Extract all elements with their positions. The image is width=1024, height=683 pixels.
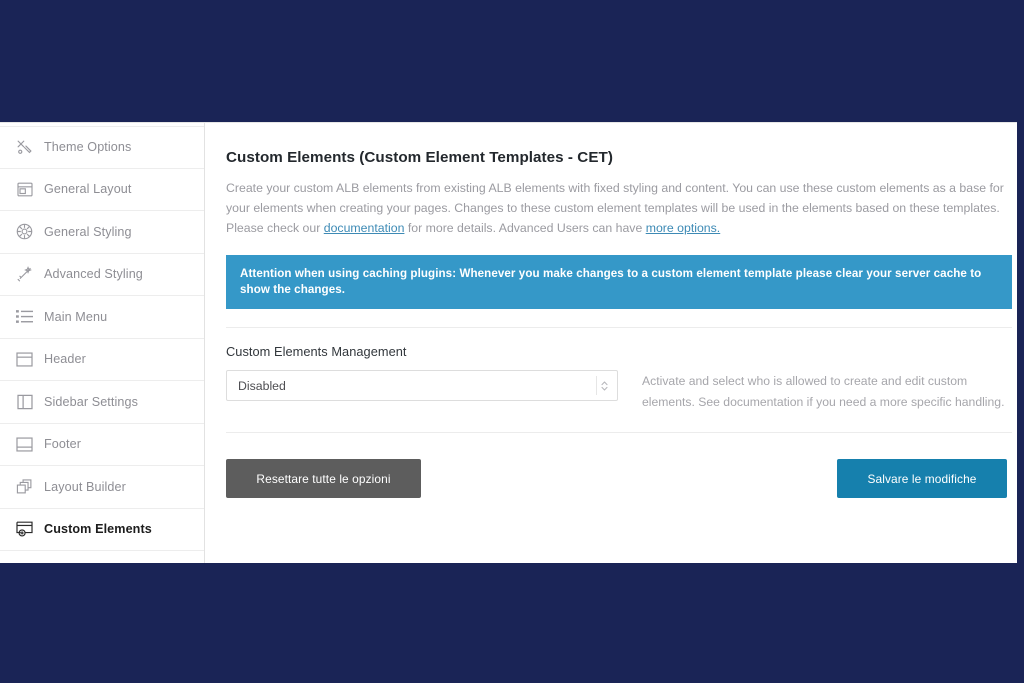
stacked-layers-icon: [16, 478, 33, 495]
custom-element-icon: [16, 521, 33, 538]
tools-icon: [16, 139, 33, 156]
caching-warning-banner: Attention when using caching plugins: Wh…: [226, 255, 1012, 309]
page-frame: Theme Options General Layout General Sty…: [0, 0, 1024, 683]
sidebar-item-label: Main Menu: [44, 309, 108, 324]
select-divider: [596, 376, 597, 395]
sidebar-item-label: General Layout: [44, 182, 132, 197]
page-title: Custom Elements (Custom Element Template…: [226, 149, 613, 166]
sidebar-item-general-styling[interactable]: General Styling: [0, 211, 204, 254]
sidebar-item-label: Sidebar Settings: [44, 394, 139, 409]
sidebar-item-sidebar-settings[interactable]: Sidebar Settings: [0, 381, 204, 424]
settings-main-panel: Custom Elements (Custom Element Template…: [205, 123, 1017, 563]
app-window: Theme Options General Layout General Sty…: [0, 122, 1017, 563]
more-options-link[interactable]: more options.: [646, 221, 721, 235]
chevron-updown-icon: [601, 380, 608, 392]
select-value: Disabled: [238, 378, 286, 393]
form-actions: Resettare tutte le opzioni Salvare le mo…: [226, 458, 1007, 498]
sidebar-item-footer[interactable]: Footer: [0, 423, 204, 466]
footer-box-icon: [16, 436, 33, 453]
header-box-icon: [16, 351, 33, 368]
sidebar-item-label: Theme Options: [44, 140, 132, 155]
sidebar-item-custom-elements[interactable]: Custom Elements: [0, 508, 204, 551]
field-help-text: Activate and select who is allowed to cr…: [642, 374, 1005, 409]
sidebar-panel-icon: [16, 393, 33, 410]
actions-divider: [226, 432, 1012, 433]
palette-icon: [16, 223, 33, 240]
custom-elements-management-row: Custom Elements Management Disabled Acti…: [226, 328, 1012, 413]
save-changes-button[interactable]: Salvare le modifiche: [837, 459, 1007, 498]
sidebar-item-label: Layout Builder: [44, 479, 126, 494]
sidebar-item-main-menu[interactable]: Main Menu: [0, 296, 204, 339]
sidebar-item-label: Footer: [44, 437, 81, 452]
custom-elements-management-select[interactable]: Disabled: [226, 370, 618, 401]
documentation-link[interactable]: documentation: [324, 221, 405, 235]
sidebar-item-header[interactable]: Header: [0, 338, 204, 381]
sidebar-item-label: Advanced Styling: [44, 267, 143, 282]
sidebar-item-advanced-styling[interactable]: Advanced Styling: [0, 253, 204, 296]
sidebar-item-general-layout[interactable]: General Layout: [0, 168, 204, 211]
panel-description: Create your custom ALB elements from exi…: [226, 178, 1012, 238]
sidebar-item-label: General Styling: [44, 224, 132, 239]
field-left-column: Custom Elements Management Disabled: [226, 344, 618, 401]
layout-icon: [16, 181, 33, 198]
sidebar-item-label: Custom Elements: [44, 522, 152, 537]
field-label: Custom Elements Management: [226, 344, 407, 359]
sidebar-item-label: Header: [44, 352, 86, 367]
sidebar-item-layout-builder[interactable]: Layout Builder: [0, 466, 204, 509]
sidebar-item-theme-options[interactable]: Theme Options: [0, 126, 204, 169]
settings-sidebar: Theme Options General Layout General Sty…: [0, 123, 205, 563]
description-text-part-2: for more details. Advanced Users can hav…: [404, 221, 646, 235]
reset-all-options-button[interactable]: Resettare tutte le opzioni: [226, 459, 421, 498]
magic-wand-icon: [16, 265, 33, 283]
list-icon: [16, 308, 33, 325]
